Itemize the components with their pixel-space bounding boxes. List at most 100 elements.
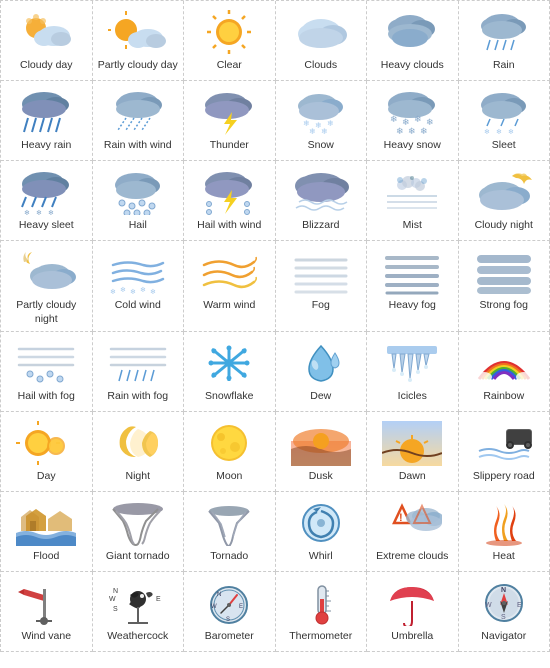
svg-text:N: N bbox=[113, 588, 118, 595]
cell-icicles: Icicles bbox=[367, 332, 459, 412]
cell-whirl: Whirl bbox=[276, 492, 368, 572]
label-dawn: Dawn bbox=[399, 470, 426, 484]
svg-text:❄: ❄ bbox=[496, 128, 502, 135]
cell-heavy-rain: Heavy rain bbox=[1, 81, 93, 161]
icon-rain-with-fog bbox=[102, 338, 174, 388]
cell-partly-cloudy-day: Partly cloudy day bbox=[93, 1, 185, 81]
svg-text:❄: ❄ bbox=[110, 288, 116, 295]
cell-clouds: Clouds bbox=[276, 1, 368, 81]
label-mist: Mist bbox=[403, 219, 422, 233]
cell-rain-with-fog: Rain with fog bbox=[93, 332, 185, 412]
svg-text:E: E bbox=[239, 604, 243, 610]
label-heat: Heat bbox=[493, 550, 515, 564]
cell-mist: Mist bbox=[367, 161, 459, 241]
label-hail-with-fog: Hail with fog bbox=[18, 390, 75, 404]
cell-hail-with-wind: Hail with wind bbox=[184, 161, 276, 241]
label-clouds: Clouds bbox=[304, 59, 337, 73]
cell-heavy-fog: Heavy fog bbox=[367, 241, 459, 332]
cell-weathercock: N S E W Weathercock bbox=[93, 572, 185, 652]
svg-text:❄: ❄ bbox=[390, 114, 398, 124]
cell-heavy-clouds: Heavy clouds bbox=[367, 1, 459, 81]
icon-hail bbox=[102, 167, 174, 217]
svg-text:W: W bbox=[211, 604, 217, 610]
icon-warm-wind bbox=[193, 247, 265, 297]
svg-text:W: W bbox=[109, 596, 116, 603]
icon-barometer: N E S W bbox=[193, 578, 265, 628]
label-icicles: Icicles bbox=[398, 390, 427, 404]
svg-text:❄: ❄ bbox=[48, 209, 54, 215]
cell-rainbow: Rainbow bbox=[459, 332, 550, 412]
svg-text:❄: ❄ bbox=[120, 286, 126, 294]
label-flood: Flood bbox=[33, 550, 59, 564]
cell-cloudy-night: Cloudy night bbox=[459, 161, 550, 241]
icon-rainbow bbox=[468, 338, 540, 388]
icon-umbrella bbox=[376, 578, 448, 628]
weather-icons-grid: Cloudy day Partly cloudy day bbox=[0, 0, 550, 652]
cell-hail-with-fog: Hail with fog bbox=[1, 332, 93, 412]
cell-heat: Heat bbox=[459, 492, 550, 572]
svg-text:❄: ❄ bbox=[414, 114, 422, 124]
label-weathercock: Weathercock bbox=[107, 630, 168, 644]
cell-slippery-road: Slippery road bbox=[459, 412, 550, 492]
label-tornado: Tornado bbox=[210, 550, 248, 564]
label-rain-with-fog: Rain with fog bbox=[107, 390, 168, 404]
svg-text:❄: ❄ bbox=[150, 288, 156, 295]
icon-dawn bbox=[376, 418, 448, 468]
svg-text:❄: ❄ bbox=[484, 128, 490, 135]
icon-partly-cloudy-day bbox=[102, 7, 174, 57]
svg-text:❄: ❄ bbox=[408, 126, 416, 135]
cell-tornado: Tornado bbox=[184, 492, 276, 572]
label-navigator: Navigator bbox=[481, 630, 526, 644]
cell-fog: Fog bbox=[276, 241, 368, 332]
svg-text:❄: ❄ bbox=[420, 126, 428, 135]
cell-night: Night bbox=[93, 412, 185, 492]
icon-clear bbox=[193, 7, 265, 57]
icon-rain bbox=[468, 7, 540, 57]
label-rain-with-wind: Rain with wind bbox=[104, 139, 172, 153]
label-heavy-rain: Heavy rain bbox=[21, 139, 71, 153]
label-dew: Dew bbox=[310, 390, 331, 404]
label-night: Night bbox=[125, 470, 150, 484]
svg-text:N: N bbox=[501, 587, 506, 594]
label-partly-cloudy-night: Partly cloudy night bbox=[5, 299, 88, 326]
icon-thunder bbox=[193, 87, 265, 137]
icon-rain-with-wind bbox=[102, 87, 174, 137]
cell-dusk: Dusk bbox=[276, 412, 368, 492]
icon-giant-tornado bbox=[102, 498, 174, 548]
icon-night bbox=[102, 418, 174, 468]
icon-heavy-fog bbox=[376, 247, 448, 297]
label-strong-fog: Strong fog bbox=[480, 299, 528, 313]
label-hail-with-wind: Hail with wind bbox=[197, 219, 261, 233]
cell-dawn: Dawn bbox=[367, 412, 459, 492]
svg-text:E: E bbox=[517, 602, 522, 609]
icon-dusk bbox=[285, 418, 357, 468]
icon-heavy-rain bbox=[10, 87, 82, 137]
label-heavy-sleet: Heavy sleet bbox=[19, 219, 74, 233]
icon-wind-vane bbox=[10, 578, 82, 628]
icon-icicles bbox=[376, 338, 448, 388]
cell-heavy-sleet: ❄ ❄ ❄ Heavy sleet bbox=[1, 161, 93, 241]
label-fog: Fog bbox=[312, 299, 330, 313]
icon-cloudy-day bbox=[10, 7, 82, 57]
cell-strong-fog: Strong fog bbox=[459, 241, 550, 332]
icon-snowflake bbox=[193, 338, 265, 388]
icon-mist bbox=[376, 167, 448, 217]
label-heavy-clouds: Heavy clouds bbox=[381, 59, 444, 73]
svg-text:❄: ❄ bbox=[321, 127, 328, 135]
svg-text:❄: ❄ bbox=[36, 209, 42, 215]
cell-warm-wind: Warm wind bbox=[184, 241, 276, 332]
icon-snow: ❄ ❄ ❄ ❄ ❄ bbox=[285, 87, 357, 137]
cell-hail: Hail bbox=[93, 161, 185, 241]
icon-blizzard bbox=[285, 167, 357, 217]
icon-flood bbox=[10, 498, 82, 548]
icon-heavy-clouds bbox=[376, 7, 448, 57]
svg-text:❄: ❄ bbox=[309, 127, 316, 135]
label-hail: Hail bbox=[129, 219, 147, 233]
svg-text:❄: ❄ bbox=[396, 126, 404, 135]
cell-rain: Rain bbox=[459, 1, 550, 81]
icon-hail-with-wind bbox=[193, 167, 265, 217]
label-moon: Moon bbox=[216, 470, 242, 484]
label-dusk: Dusk bbox=[309, 470, 333, 484]
label-thunder: Thunder bbox=[210, 139, 249, 153]
cell-giant-tornado: Giant tornado bbox=[93, 492, 185, 572]
